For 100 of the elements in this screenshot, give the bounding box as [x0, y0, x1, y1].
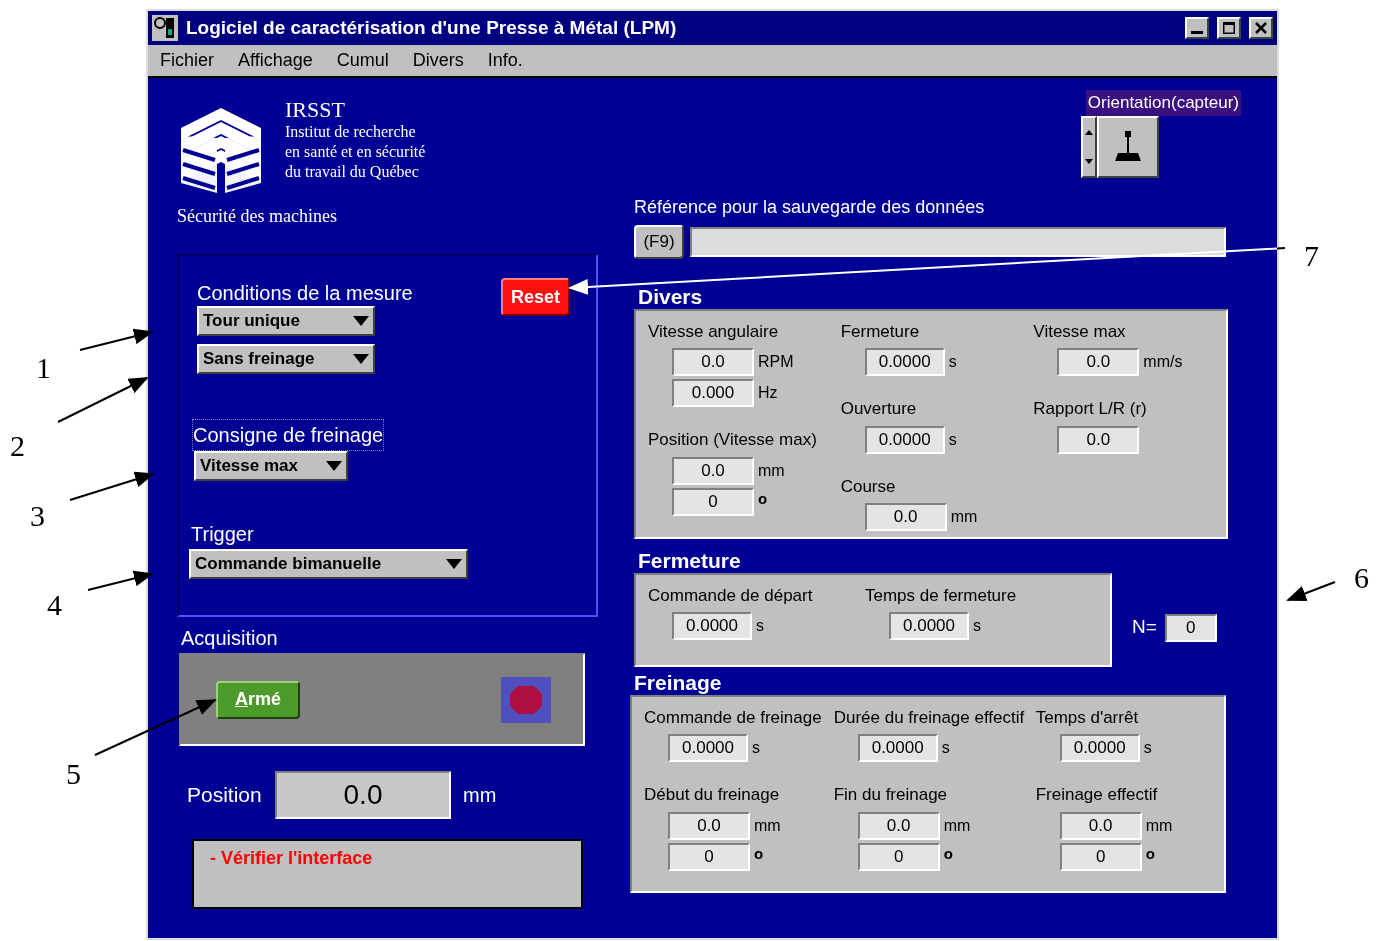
section-title: Freinage [634, 670, 723, 695]
value-field: 0.0 [1057, 425, 1140, 454]
value-field: 0.0 [864, 503, 947, 531]
value-field: 0.0000 [857, 734, 938, 762]
field-label: Freinage effectif [1035, 784, 1159, 806]
value-field: 0 [1164, 613, 1217, 642]
unit-label: RPM [758, 352, 794, 372]
unit-label: s [752, 738, 760, 758]
value-field: 0.0000 [1059, 734, 1140, 762]
dropdown[interactable]: Commande bimanuelle [189, 549, 468, 579]
annotation-number: 6 [1354, 560, 1369, 596]
menu-item[interactable]: Fichier [160, 47, 214, 74]
value-field: 0.0 [1057, 348, 1140, 376]
caret-icon [353, 316, 369, 326]
field-label: Fin du freinage [833, 784, 949, 806]
unit-label: mm [950, 507, 978, 527]
unit-label: o [1145, 843, 1155, 864]
field-label: Temps d'arrêt [1035, 706, 1140, 729]
logo-text: Institut de recherche [285, 122, 417, 142]
field-label: Vitesse angulaire [648, 320, 780, 343]
unit-label: o [758, 488, 768, 509]
minimize-button[interactable] [1185, 17, 1209, 39]
up-arrow-icon [1085, 129, 1093, 135]
unit-label: s [1143, 738, 1152, 758]
unit-label: mm [463, 783, 497, 808]
acquisition-label: Acquisition [181, 626, 279, 651]
unit-label: Hz [758, 383, 778, 403]
maximize-button[interactable] [1217, 17, 1241, 39]
position-label: Position [187, 782, 263, 809]
field-label: Début du freinage [644, 784, 781, 806]
conditions-title: Conditions de la mesure [197, 281, 413, 306]
maximize-icon [1223, 22, 1235, 34]
menu-item[interactable]: Cumul [336, 47, 389, 74]
annotation-number: 1 [36, 350, 51, 386]
orientation-label: Orientation(capteur) [1085, 90, 1241, 116]
field-label: Course [840, 475, 897, 498]
field-label: Rapport L/R (r) [1033, 398, 1148, 420]
unit-label: mm [943, 815, 971, 836]
sensor-orientation-button[interactable] [1097, 115, 1159, 178]
caret-icon [353, 354, 369, 364]
menu-item[interactable]: Divers [412, 47, 464, 74]
annotation-arrow [1286, 581, 1336, 602]
f9-button[interactable]: (F9) [634, 224, 684, 259]
counter-label: N= [1132, 615, 1157, 640]
value-field: 0.0 [672, 456, 754, 485]
unit-label: o [943, 843, 953, 864]
caret-icon [446, 559, 462, 569]
reference-label: Référence pour la sauvegarde des données [634, 195, 986, 219]
message-text: - Vérifier l'interface [210, 848, 373, 868]
position-field: 0.0 [275, 771, 451, 819]
menu-item[interactable]: Info. [487, 47, 523, 74]
value-field: 0.0 [857, 811, 940, 840]
unit-label: s [948, 352, 957, 372]
dropdown[interactable]: Vitesse max [194, 451, 348, 481]
field-label: Position (Vitesse max) [648, 429, 818, 451]
value-field: 0.0 [672, 348, 754, 376]
annotation-number: 5 [66, 756, 81, 792]
logo-text: en santé et en sécurité [285, 142, 426, 162]
unit-label: s [948, 429, 957, 450]
minimize-icon [1191, 31, 1203, 34]
field-label: Durée du freinage effectif [833, 706, 1024, 729]
annotation-arrow [87, 570, 154, 591]
reference-field[interactable] [690, 226, 1226, 257]
value-field: 0 [1059, 842, 1142, 871]
logo-text: du travail du Québec [285, 162, 420, 182]
reset-button[interactable]: Reset [500, 278, 570, 316]
value-field: 0.0000 [864, 348, 945, 376]
field-label: Ouverture [840, 398, 918, 420]
window-title: Logiciel de caractérisation d'une Presse à Métal (LPM) [186, 15, 678, 40]
value-field: 0.0 [1059, 811, 1142, 840]
value-field: 0.0000 [668, 734, 748, 762]
annotation-number: 7 [1304, 238, 1319, 274]
dropdown[interactable]: Tour unique [197, 306, 375, 336]
close-button[interactable] [1249, 17, 1273, 39]
value-field: 0.0 [668, 811, 750, 840]
annotation-number: 3 [30, 498, 45, 534]
dropdown[interactable]: Sans freinage [197, 344, 375, 374]
field-label: Temps de fermeture [865, 584, 1018, 607]
caret-icon [326, 461, 342, 471]
value-field: 0 [672, 487, 754, 516]
unit-label: o [754, 843, 764, 864]
unit-label: s [941, 738, 950, 758]
annotation-number: 4 [47, 587, 62, 623]
field-label: Fermeture [840, 320, 921, 343]
arm-button[interactable]: Armé [216, 680, 300, 719]
unit-label: mm/s [1143, 352, 1183, 372]
unit-label: mm [758, 460, 785, 481]
menu-item[interactable]: Affichage [238, 47, 313, 74]
section-title: Fermeture [638, 548, 742, 573]
logo-acronym: IRSST [285, 98, 346, 122]
value-field: 0 [857, 842, 940, 871]
unit-label: mm [1145, 815, 1173, 836]
trigger-label: Trigger [191, 522, 255, 547]
app-icon [152, 15, 178, 41]
value-field: 0.000 [672, 379, 754, 407]
section-title: Divers [638, 284, 704, 309]
value-field: 0.0000 [889, 612, 969, 640]
close-icon [1255, 22, 1267, 34]
value-field: 0 [668, 842, 750, 871]
annotation-number: 2 [10, 428, 25, 464]
